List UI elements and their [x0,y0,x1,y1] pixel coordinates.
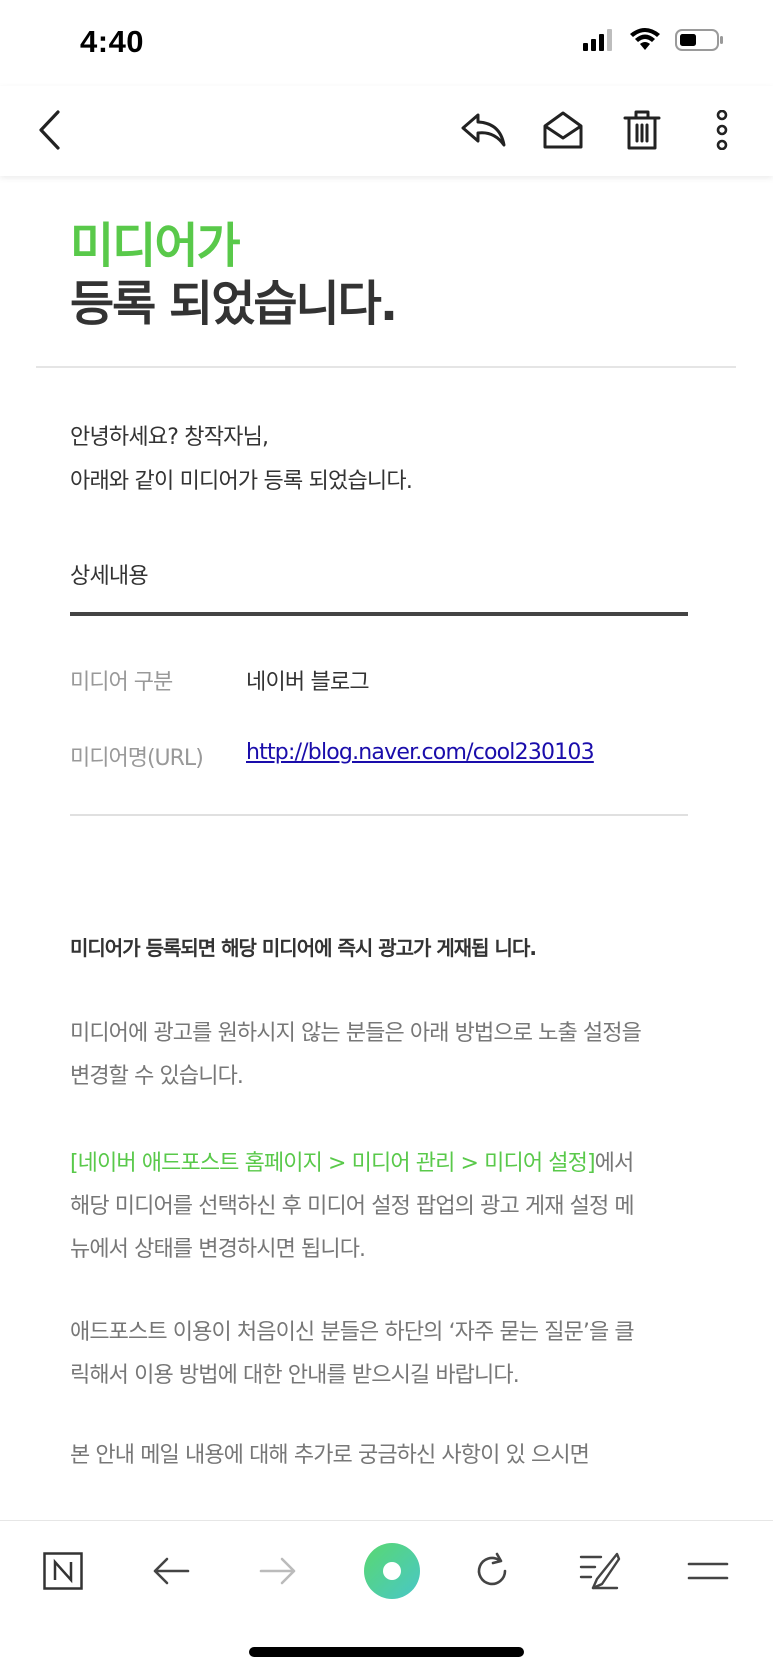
paragraph-4: 본 안내 메일 내용에 대해 추가로 궁금하신 사항이 있 으시면 [70,1434,710,1477]
naver-n-icon [43,1552,83,1594]
paragraph-3-line-1: 애드포스트 이용이 처음이신 분들은 하단의 ‘자주 묻는 질문’을 클 [70,1320,635,1345]
details-section-label: 상세내용 [70,564,149,589]
reply-button[interactable] [456,104,512,160]
browser-forward-button[interactable] [248,1543,308,1603]
paragraph-2-line-1: [네이버 애드포스트 홈페이지 > 미디어 관리 > 미디어 설정]에서 [70,1142,710,1185]
arrow-right-icon [259,1556,297,1590]
menu-icon [687,1559,729,1587]
refresh-button[interactable] [462,1543,522,1603]
status-icons [583,28,725,56]
browser-back-button[interactable] [141,1543,201,1603]
media-type-label: 미디어 구분 [70,670,173,695]
trash-icon [623,109,661,155]
compose-button[interactable] [570,1543,630,1603]
paragraph-2-line-2: 해당 미디어를 선택하신 후 미디어 설정 팝업의 광고 게재 설정 메 [70,1194,635,1219]
paragraph-3: 애드포스트 이용이 처음이신 분들은 하단의 ‘자주 묻는 질문’을 클 릭해서… [70,1311,710,1397]
back-chevron-icon [36,109,64,155]
media-url-label: 미디어명(URL) [70,746,204,771]
status-bar: 4:40 [0,0,773,86]
divider [36,366,736,368]
delete-button[interactable] [614,104,670,160]
details-bottom-divider [70,814,688,816]
paragraph-2-line-3: 뉴에서 상태를 변경하시면 됩니다. [70,1237,366,1262]
paragraph-4-line-1: 본 안내 메일 내용에 대해 추가로 궁금하신 사항이 있 으시면 [70,1443,590,1468]
reply-icon [460,111,508,153]
media-url-link[interactable]: http://blog.naver.com/cool230103 [246,740,595,765]
status-time: 4:40 [80,24,145,59]
mark-unread-button[interactable] [535,104,591,160]
paragraph-2: [네이버 애드포스트 홈페이지 > 미디어 관리 > 미디어 설정]에서 해당 … [70,1142,710,1271]
paragraph-1-line-2: 변경할 수 있습니다. [70,1064,244,1089]
media-type-value: 네이버 블로그 [246,670,370,695]
details-divider [70,612,688,616]
wifi-icon [629,28,661,56]
paragraph-3-line-2: 릭해서 이용 방법에 대한 안내를 받으시길 바랍니다. [70,1363,520,1388]
signal-icon [583,29,615,55]
greeting: 안녕하세요? 창작자님, 아래와 같이 미디어가 등록 되었습니다. [70,416,413,504]
mail-content: 미디어가 등록 되었습니다. 안녕하세요? 창작자님, 아래와 같이 미디어가 … [0,176,773,1520]
battery-icon [675,28,725,56]
back-button[interactable] [22,104,78,160]
paragraph-1: 미디어에 광고를 원하시지 않는 분들은 아래 방법으로 노출 설정을 변경할 … [70,1012,710,1098]
refresh-icon [472,1551,512,1595]
more-options-button[interactable] [694,104,750,160]
more-vertical-icon [716,109,728,154]
paragraph-1-line-1: 미디어에 광고를 원하시지 않는 분들은 아래 방법으로 노출 설정을 [70,1021,642,1046]
menu-button[interactable] [678,1543,738,1603]
top-nav [0,86,773,176]
green-circle-icon [363,1542,421,1604]
title-line-2: 등록 되었습니다. [70,276,398,332]
naver-home-button[interactable] [33,1543,93,1603]
greeting-line-2: 아래와 같이 미디어가 등록 되었습니다. [70,469,413,494]
adpost-path-link[interactable]: [네이버 애드포스트 홈페이지 > 미디어 관리 > 미디어 설정] [70,1151,596,1176]
home-indicator[interactable] [249,1647,524,1657]
mail-open-icon [542,110,584,154]
notice-bold: 미디어가 등록되면 해당 미디어에 즉시 광고가 게재됩 니다. [70,936,537,960]
paragraph-2-line-1-rest: 에서 [594,1151,635,1176]
arrow-left-icon [152,1556,190,1590]
greeting-line-1: 안녕하세요? 창작자님, [70,425,269,450]
compose-icon [579,1551,621,1595]
green-dot-button[interactable] [356,1537,428,1609]
media-url-value: http://blog.naver.com/cool230103 [246,740,595,765]
